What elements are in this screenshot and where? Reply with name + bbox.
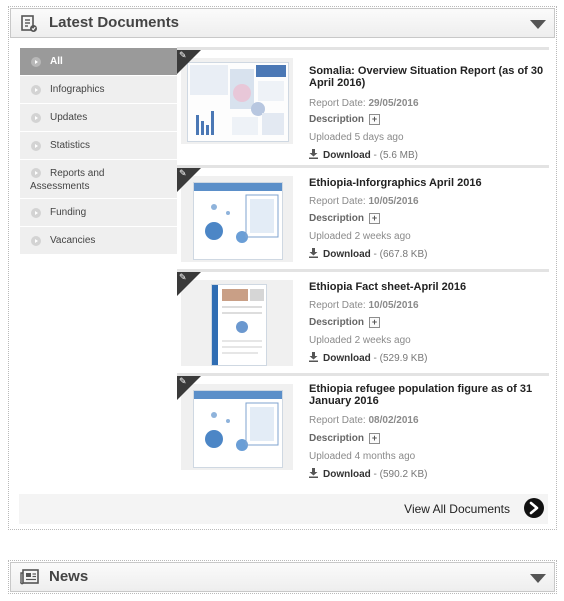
news-panel: News (8, 560, 557, 594)
download-icon (309, 149, 318, 159)
download-label: Download (323, 150, 371, 161)
document-title[interactable]: Ethiopia-Inforgraphics April 2016 (309, 177, 549, 189)
plus-icon[interactable]: + (369, 317, 381, 328)
download-label: Download (323, 353, 371, 364)
document-title[interactable]: Ethiopia Fact sheet-April 2016 (309, 281, 549, 293)
arrow-bullet-icon (31, 57, 41, 67)
file-size: - (5.6 MB) (370, 150, 419, 161)
download-link[interactable]: Download - (5.6 MB) (309, 149, 418, 161)
description-label: Description (309, 317, 365, 329)
document-item: ✎ Ethiopia Fact sheet-April 2016 Report … (177, 269, 549, 373)
plus-icon[interactable]: + (369, 433, 381, 444)
pin-icon: ✎ (179, 50, 187, 60)
file-size: - (590.2 KB) (370, 469, 428, 480)
report-date-value: 10/05/2016 (368, 196, 419, 207)
document-title[interactable]: Ethiopia refugee population figure as of… (309, 383, 549, 407)
sidebar-item-vacancies[interactable]: Vacancies (20, 227, 177, 255)
report-date-value: 08/02/2016 (368, 415, 419, 426)
document-item: ✎ Somalia: Overview Situation Report (as… (177, 47, 549, 165)
file-size: - (529.9 KB) (370, 353, 428, 364)
newspaper-icon (20, 569, 40, 590)
download-link[interactable]: Download - (590.2 KB) (309, 468, 427, 480)
sidebar-item-label: Reports and Assessments (30, 168, 105, 192)
report-date-value: 10/05/2016 (368, 300, 419, 311)
description-label: Description (309, 433, 365, 445)
download-link[interactable]: Download - (667.8 KB) (309, 248, 427, 260)
description-toggle[interactable]: Description + (309, 433, 381, 445)
description-label: Description (309, 213, 365, 225)
download-label: Download (323, 249, 371, 260)
file-size: - (667.8 KB) (370, 249, 428, 260)
plus-icon[interactable]: + (369, 114, 381, 125)
sidebar-item-all[interactable]: All (20, 48, 177, 76)
sidebar-item-statistics[interactable]: Statistics (20, 132, 177, 160)
download-link[interactable]: Download - (529.9 KB) (309, 352, 427, 364)
download-label: Download (323, 469, 371, 480)
arrow-bullet-icon (31, 236, 41, 246)
report-date: Report Date: 10/05/2016 (309, 300, 419, 311)
download-icon (309, 468, 318, 478)
arrow-bullet-icon (31, 113, 41, 123)
arrow-bullet-icon (31, 208, 41, 218)
arrow-bullet-icon (31, 85, 41, 95)
pin-icon: ✎ (179, 376, 187, 386)
description-toggle[interactable]: Description + (309, 213, 381, 225)
uploaded-time: Uploaded 5 days ago (309, 132, 404, 143)
download-icon (309, 248, 318, 258)
panel-title: News (49, 568, 89, 585)
document-item: ✎ Ethiopia-Inforgraphics April 2016 Repo… (177, 165, 549, 269)
view-all-documents-link[interactable]: View All Documents (404, 502, 510, 516)
pin-icon: ✎ (179, 272, 187, 282)
description-toggle[interactable]: Description + (309, 114, 381, 126)
panel-title: Latest Documents (49, 14, 180, 31)
report-date-label: Report Date: (309, 300, 369, 311)
report-date: Report Date: 29/05/2016 (309, 98, 419, 109)
sidebar-item-label: All (50, 56, 63, 67)
category-sidebar: All Infographics Updates Statistics Repo… (20, 48, 177, 255)
description-toggle[interactable]: Description + (309, 317, 381, 329)
sidebar-item-label: Updates (50, 112, 88, 123)
arrow-right-circle-icon[interactable] (524, 498, 544, 518)
chevron-down-icon[interactable] (530, 574, 546, 583)
latest-documents-panel: Latest Documents All Infographics Update… (8, 6, 557, 530)
report-date: Report Date: 10/05/2016 (309, 196, 419, 207)
uploaded-time: Uploaded 4 months ago (309, 451, 416, 462)
latest-documents-header[interactable]: Latest Documents (10, 8, 555, 38)
report-date-label: Report Date: (309, 415, 369, 426)
document-item: ✎ Ethiopia refugee population figure as … (177, 373, 549, 491)
uploaded-time: Uploaded 2 weeks ago (309, 231, 411, 242)
report-date-label: Report Date: (309, 196, 369, 207)
sidebar-item-label: Vacancies (50, 235, 96, 246)
report-date-value: 29/05/2016 (368, 98, 419, 109)
report-date: Report Date: 08/02/2016 (309, 415, 419, 426)
view-all-bar: View All Documents (19, 494, 548, 524)
sidebar-item-label: Statistics (50, 140, 91, 151)
sidebar-item-reports-and-assessments[interactable]: Reports and Assessments (20, 160, 177, 199)
sidebar-item-updates[interactable]: Updates (20, 104, 177, 132)
report-date-label: Report Date: (309, 98, 369, 109)
sidebar-item-infographics[interactable]: Infographics (20, 76, 177, 104)
sidebar-item-funding[interactable]: Funding (20, 199, 177, 227)
sidebar-item-label: Infographics (50, 84, 105, 95)
pin-icon: ✎ (179, 168, 187, 178)
plus-icon[interactable]: + (369, 213, 381, 224)
news-header[interactable]: News (10, 562, 555, 592)
uploaded-time: Uploaded 2 weeks ago (309, 335, 411, 346)
document-icon (20, 15, 38, 38)
chevron-down-icon[interactable] (530, 20, 546, 29)
description-label: Description (309, 114, 365, 126)
arrow-bullet-icon (31, 141, 41, 151)
document-title[interactable]: Somalia: Overview Situation Report (as o… (309, 65, 549, 89)
sidebar-item-label: Funding (50, 207, 87, 218)
download-icon (309, 352, 318, 362)
